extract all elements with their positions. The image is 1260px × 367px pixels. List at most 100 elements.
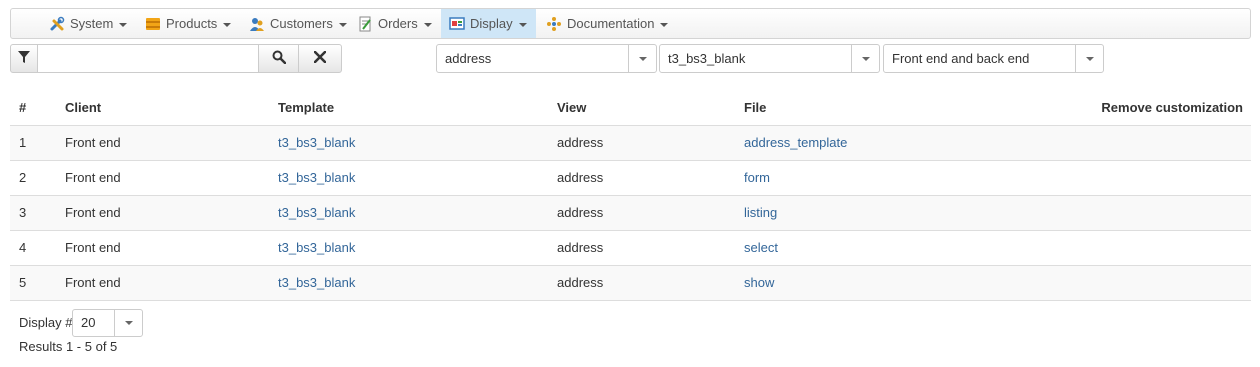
menu-label: Orders xyxy=(378,16,418,31)
cell-view: address xyxy=(548,160,735,196)
menu-system[interactable]: System xyxy=(41,9,135,38)
col-header-client[interactable]: Client xyxy=(56,90,269,126)
table-row: 1 Front end t3_bs3_blank address address… xyxy=(10,125,1251,161)
chevron-down-icon xyxy=(638,56,647,61)
col-header-file[interactable]: File xyxy=(735,90,1035,126)
filter-icon xyxy=(18,51,30,66)
cell-view: address xyxy=(548,125,735,161)
cell-file: show xyxy=(735,265,1035,301)
cell-remove xyxy=(1035,265,1251,301)
menu-documentation[interactable]: Documentation xyxy=(538,9,676,38)
cell-template: t3_bs3_blank xyxy=(269,230,548,266)
dropdown-toggle[interactable] xyxy=(114,310,142,336)
template-link[interactable]: t3_bs3_blank xyxy=(278,240,355,255)
cell-remove xyxy=(1035,195,1251,231)
cell-template: t3_bs3_blank xyxy=(269,125,548,161)
table-row: 5 Front end t3_bs3_blank address show xyxy=(10,265,1251,301)
template-link[interactable]: t3_bs3_blank xyxy=(278,205,355,220)
dropdown-toggle[interactable] xyxy=(628,45,656,72)
select-value: 20 xyxy=(81,315,96,330)
cell-number: 1 xyxy=(10,125,56,161)
menu-orders[interactable]: Orders xyxy=(349,9,440,38)
customers-icon xyxy=(249,16,265,32)
cell-template: t3_bs3_blank xyxy=(269,265,548,301)
cell-client: Front end xyxy=(56,195,269,231)
table-header-row: # Client Template View File Remove custo… xyxy=(10,90,1251,126)
file-link[interactable]: address_template xyxy=(744,135,847,150)
display-icon xyxy=(449,16,465,32)
select-value: Front end and back end xyxy=(892,51,1030,66)
client-select[interactable]: Front end and back end xyxy=(883,44,1104,73)
caret-down-icon xyxy=(518,22,527,27)
caret-down-icon xyxy=(223,22,232,27)
col-header-number[interactable]: # xyxy=(10,90,56,126)
menu-label: Products xyxy=(166,16,218,31)
file-link[interactable]: select xyxy=(744,240,778,255)
cell-template: t3_bs3_blank xyxy=(269,160,548,196)
cell-number: 4 xyxy=(10,230,56,266)
documentation-icon xyxy=(546,16,562,32)
search-input[interactable] xyxy=(37,44,259,73)
cell-client: Front end xyxy=(56,160,269,196)
select-value: t3_bs3_blank xyxy=(668,51,746,66)
cell-view: address xyxy=(548,265,735,301)
filter-toggle-button[interactable] xyxy=(10,44,38,73)
table-row: 2 Front end t3_bs3_blank address form xyxy=(10,160,1251,196)
customizations-table: # Client Template View File Remove custo… xyxy=(10,90,1251,301)
cell-file: form xyxy=(735,160,1035,196)
cell-client: Front end xyxy=(56,265,269,301)
col-header-view[interactable]: View xyxy=(548,90,735,126)
products-icon xyxy=(145,16,161,32)
display-count-label: Display # xyxy=(19,315,73,330)
view-select[interactable]: address xyxy=(436,44,657,73)
tools-icon xyxy=(49,16,65,32)
search-icon xyxy=(272,50,286,67)
col-header-remove-customization: Remove customization xyxy=(1035,90,1251,126)
display-count-select[interactable]: 20 xyxy=(72,309,143,337)
menu-label: Display xyxy=(470,16,513,31)
menu-label: System xyxy=(70,16,114,31)
template-select[interactable]: t3_bs3_blank xyxy=(659,44,880,73)
caret-down-icon xyxy=(119,22,128,27)
main-menu-bar: System Products Customers Orders Display… xyxy=(10,8,1251,39)
chevron-down-icon xyxy=(124,321,133,325)
template-link[interactable]: t3_bs3_blank xyxy=(278,135,355,150)
cell-remove xyxy=(1035,160,1251,196)
cell-number: 5 xyxy=(10,265,56,301)
cell-remove xyxy=(1035,230,1251,266)
file-link[interactable]: form xyxy=(744,170,770,185)
select-value: address xyxy=(445,51,492,66)
caret-down-icon xyxy=(338,22,347,27)
cell-client: Front end xyxy=(56,125,269,161)
cell-view: address xyxy=(548,230,735,266)
clear-search-button[interactable] xyxy=(298,44,342,73)
file-link[interactable]: listing xyxy=(744,205,777,220)
col-header-template[interactable]: Template xyxy=(269,90,548,126)
orders-icon xyxy=(357,16,373,32)
table-row: 3 Front end t3_bs3_blank address listing xyxy=(10,195,1251,231)
menu-display[interactable]: Display xyxy=(441,9,536,38)
cell-template: t3_bs3_blank xyxy=(269,195,548,231)
cell-client: Front end xyxy=(56,230,269,266)
menu-products[interactable]: Products xyxy=(137,9,239,38)
menu-label: Documentation xyxy=(567,16,655,31)
template-link[interactable]: t3_bs3_blank xyxy=(278,275,355,290)
cell-file: listing xyxy=(735,195,1035,231)
menu-label: Customers xyxy=(270,16,333,31)
search-button[interactable] xyxy=(258,44,299,73)
caret-down-icon xyxy=(660,22,669,27)
close-icon xyxy=(313,50,327,66)
cell-view: address xyxy=(548,195,735,231)
dropdown-toggle[interactable] xyxy=(1075,45,1103,72)
menu-customers[interactable]: Customers xyxy=(241,9,355,38)
cell-file: address_template xyxy=(735,125,1035,161)
results-count: Results 1 - 5 of 5 xyxy=(19,339,118,354)
cell-number: 3 xyxy=(10,195,56,231)
template-link[interactable]: t3_bs3_blank xyxy=(278,170,355,185)
file-link[interactable]: show xyxy=(744,275,774,290)
caret-down-icon xyxy=(423,22,432,27)
cell-number: 2 xyxy=(10,160,56,196)
chevron-down-icon xyxy=(1085,56,1094,61)
chevron-down-icon xyxy=(861,56,870,61)
dropdown-toggle[interactable] xyxy=(851,45,879,72)
